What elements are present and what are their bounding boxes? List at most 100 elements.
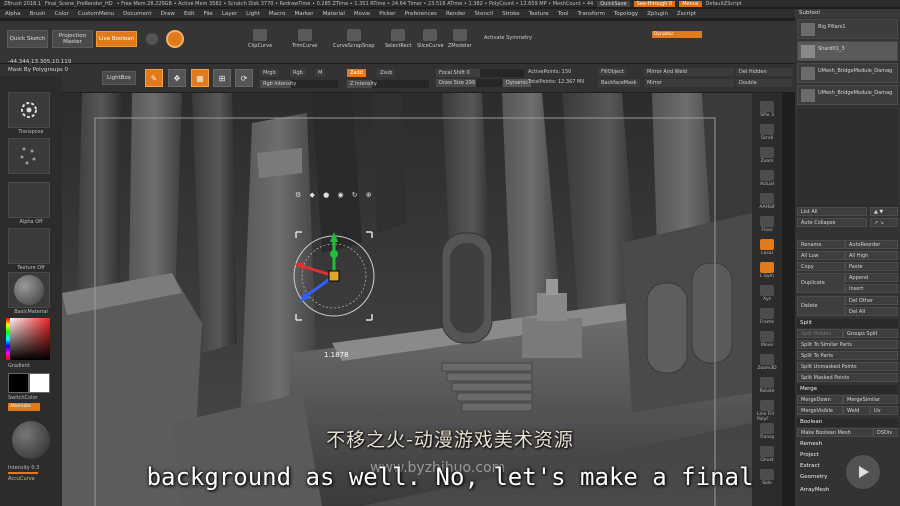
shelf-floor-button[interactable]: Floor xyxy=(757,216,777,233)
lightbox-button[interactable]: LightBox xyxy=(102,71,136,85)
subtool-item[interactable]: Shard01_3 xyxy=(797,41,898,61)
move-mode-button[interactable]: ▦ xyxy=(191,69,209,87)
menu-picker[interactable]: Picker xyxy=(379,11,395,17)
del-all-button[interactable]: Del All xyxy=(845,307,898,316)
mrgb-button[interactable]: Mrgb xyxy=(260,69,279,77)
auto-collapse-button[interactable]: Auto Collapse xyxy=(797,218,867,227)
split-masked-button[interactable]: Split Masked Points xyxy=(797,373,898,382)
focal-shift-slider[interactable]: Focal Shift 0 xyxy=(436,69,524,77)
menu-file[interactable]: File xyxy=(204,11,213,17)
texture-thumbnail[interactable] xyxy=(8,228,50,264)
shelf-move-button[interactable]: Move xyxy=(757,331,777,348)
zmodeler-tool[interactable]: ZModeler xyxy=(448,29,472,49)
main-color-swatch[interactable] xyxy=(8,373,29,393)
groups-split-button[interactable]: Groups Split xyxy=(843,329,898,338)
shelf-local-button[interactable]: Local xyxy=(757,239,777,256)
selectrect-tool[interactable]: SelectRect xyxy=(385,29,411,49)
zadd-button[interactable]: Zadd xyxy=(347,69,366,77)
m-button[interactable]: M xyxy=(315,69,326,77)
menu-zscript[interactable]: Zscript xyxy=(677,11,696,17)
z-intensity-slider[interactable]: Z Intensity xyxy=(347,80,429,88)
edit-mode-button[interactable]: ✎ xyxy=(145,69,163,87)
subtool-item[interactable]: Big Pillars1 xyxy=(797,19,898,39)
menu-tool[interactable]: Tool xyxy=(558,11,569,17)
menu-stencil[interactable]: Stencil xyxy=(475,11,494,17)
menu-document[interactable]: Document xyxy=(123,11,152,17)
paste-button[interactable]: Paste xyxy=(845,262,898,271)
delete-button[interactable]: Delete xyxy=(797,296,845,316)
trimcurve-tool[interactable]: TrimCurve xyxy=(292,29,317,49)
project-section-header[interactable]: Project xyxy=(797,451,898,460)
double-button[interactable]: Double xyxy=(736,79,792,87)
draw-mode-button[interactable]: ✥ xyxy=(168,69,186,87)
curvescrapsnap-tool[interactable]: CurveScrapSnap xyxy=(333,29,375,49)
append-button[interactable]: Append xyxy=(845,273,898,282)
menu-layer[interactable]: Layer xyxy=(222,11,237,17)
alternate-button[interactable]: Alternate xyxy=(8,403,40,411)
shelf-scroll-button[interactable]: Scroll xyxy=(757,124,777,141)
menu-preferences[interactable]: Preferences xyxy=(405,11,437,17)
color-picker[interactable] xyxy=(6,318,50,360)
gizmo-options-icons[interactable]: ⚙ ◆ ● ◉ ↻ ⊕ xyxy=(295,191,375,199)
menu-movie[interactable]: Movie xyxy=(354,11,370,17)
arrow-up-button[interactable]: ▲ ▼ xyxy=(870,207,898,216)
menu-zplugin[interactable]: Zplugin xyxy=(647,11,668,17)
all-low-button[interactable]: All Low xyxy=(797,251,845,260)
seethrough-slider[interactable]: See-through 0 xyxy=(633,0,676,7)
insert-button[interactable]: Insert xyxy=(845,284,898,293)
secondary-color-swatch[interactable] xyxy=(29,373,50,393)
menu-brush[interactable]: Brush xyxy=(30,11,46,17)
main-secondary-color[interactable] xyxy=(8,373,50,393)
subtool-item[interactable]: UMesh_BridgeModule_Damag xyxy=(797,85,898,105)
menus-button[interactable]: Menus xyxy=(679,0,702,7)
copy-button[interactable]: Copy xyxy=(797,262,845,271)
alpha-thumbnail[interactable] xyxy=(8,182,50,218)
shelf-l-sym-button[interactable]: L.Sym xyxy=(757,262,777,279)
merge-section-header[interactable]: Merge xyxy=(797,385,898,394)
shelf-frame-button[interactable]: Frame xyxy=(757,308,777,325)
menu-stroke[interactable]: Stroke xyxy=(502,11,520,17)
split-unmasked-button[interactable]: Split Unmasked Points xyxy=(797,362,898,371)
default-zscript-button[interactable]: DefaultZScript xyxy=(706,1,742,7)
activate-symmetry-button[interactable]: Activate Symmetry xyxy=(484,35,532,41)
autoreorder-button[interactable]: AutoReorder xyxy=(845,240,898,249)
list-all-button[interactable]: List All xyxy=(797,207,867,216)
rgb-button[interactable]: Rgb xyxy=(290,69,306,77)
menu-material[interactable]: Material xyxy=(323,11,345,17)
zsub-button[interactable]: Zsub xyxy=(377,69,396,77)
split-similar-parts-button[interactable]: Split To Similar Parts xyxy=(797,340,898,349)
subtool-item[interactable]: UMesh_BridgeModule_Damag xyxy=(797,63,898,83)
split-hidden-button[interactable]: Split Hidden xyxy=(797,329,843,338)
menu-transform[interactable]: Transform xyxy=(578,11,605,17)
del-other-button[interactable]: Del Other xyxy=(845,296,898,305)
clipcurve-tool[interactable]: ClipCurve xyxy=(248,29,272,49)
material-thumbnail[interactable] xyxy=(8,272,50,308)
split-to-parts-button[interactable]: Split To Parts xyxy=(797,351,898,360)
backfacemask-button[interactable]: BackfaceMask xyxy=(598,79,640,87)
menu-marker[interactable]: Marker xyxy=(295,11,314,17)
shelf-aahalf-button[interactable]: AAHalf xyxy=(757,193,777,210)
quick-sketch-button[interactable]: Quick Sketch xyxy=(7,30,48,48)
shelf-xyz-button[interactable]: Xyz xyxy=(757,285,777,302)
mergesimilar-button[interactable]: MergeSimilar xyxy=(843,395,898,404)
shelf-zoom-button[interactable]: Zoom xyxy=(757,147,777,164)
menu-draw[interactable]: Draw xyxy=(161,11,175,17)
menu-texture[interactable]: Texture xyxy=(529,11,549,17)
transpose-brush[interactable] xyxy=(8,92,50,128)
stroke-thumbnail[interactable] xyxy=(8,138,50,174)
rgb-intensity-slider[interactable]: Rgb Intensity xyxy=(260,80,338,88)
shelf-zoom3d-button[interactable]: Zoom3D xyxy=(757,354,777,371)
menu-custommenu[interactable]: CustomMenu xyxy=(78,11,114,17)
split-section-header[interactable]: Split xyxy=(797,319,898,328)
quicksave-button[interactable]: QuickSave xyxy=(597,0,630,7)
record-icon[interactable] xyxy=(146,33,158,45)
mergedown-button[interactable]: MergeDown xyxy=(797,395,843,404)
fillobject-button[interactable]: FillObject xyxy=(598,68,627,76)
menu-color[interactable]: Color xyxy=(55,11,69,17)
menu-topology[interactable]: Topology xyxy=(614,11,638,17)
mask-by-polygroups-slider[interactable]: Mask By Polygroups 0 xyxy=(8,67,68,73)
shelf-line-fill-polyf-button[interactable]: Line Fill PolyF xyxy=(757,400,777,422)
dynamic-size-button[interactable]: Dynamic xyxy=(503,79,532,87)
mirror-button[interactable]: Mirror xyxy=(644,79,734,87)
scale-mode-button[interactable]: ⊞ xyxy=(213,69,231,87)
